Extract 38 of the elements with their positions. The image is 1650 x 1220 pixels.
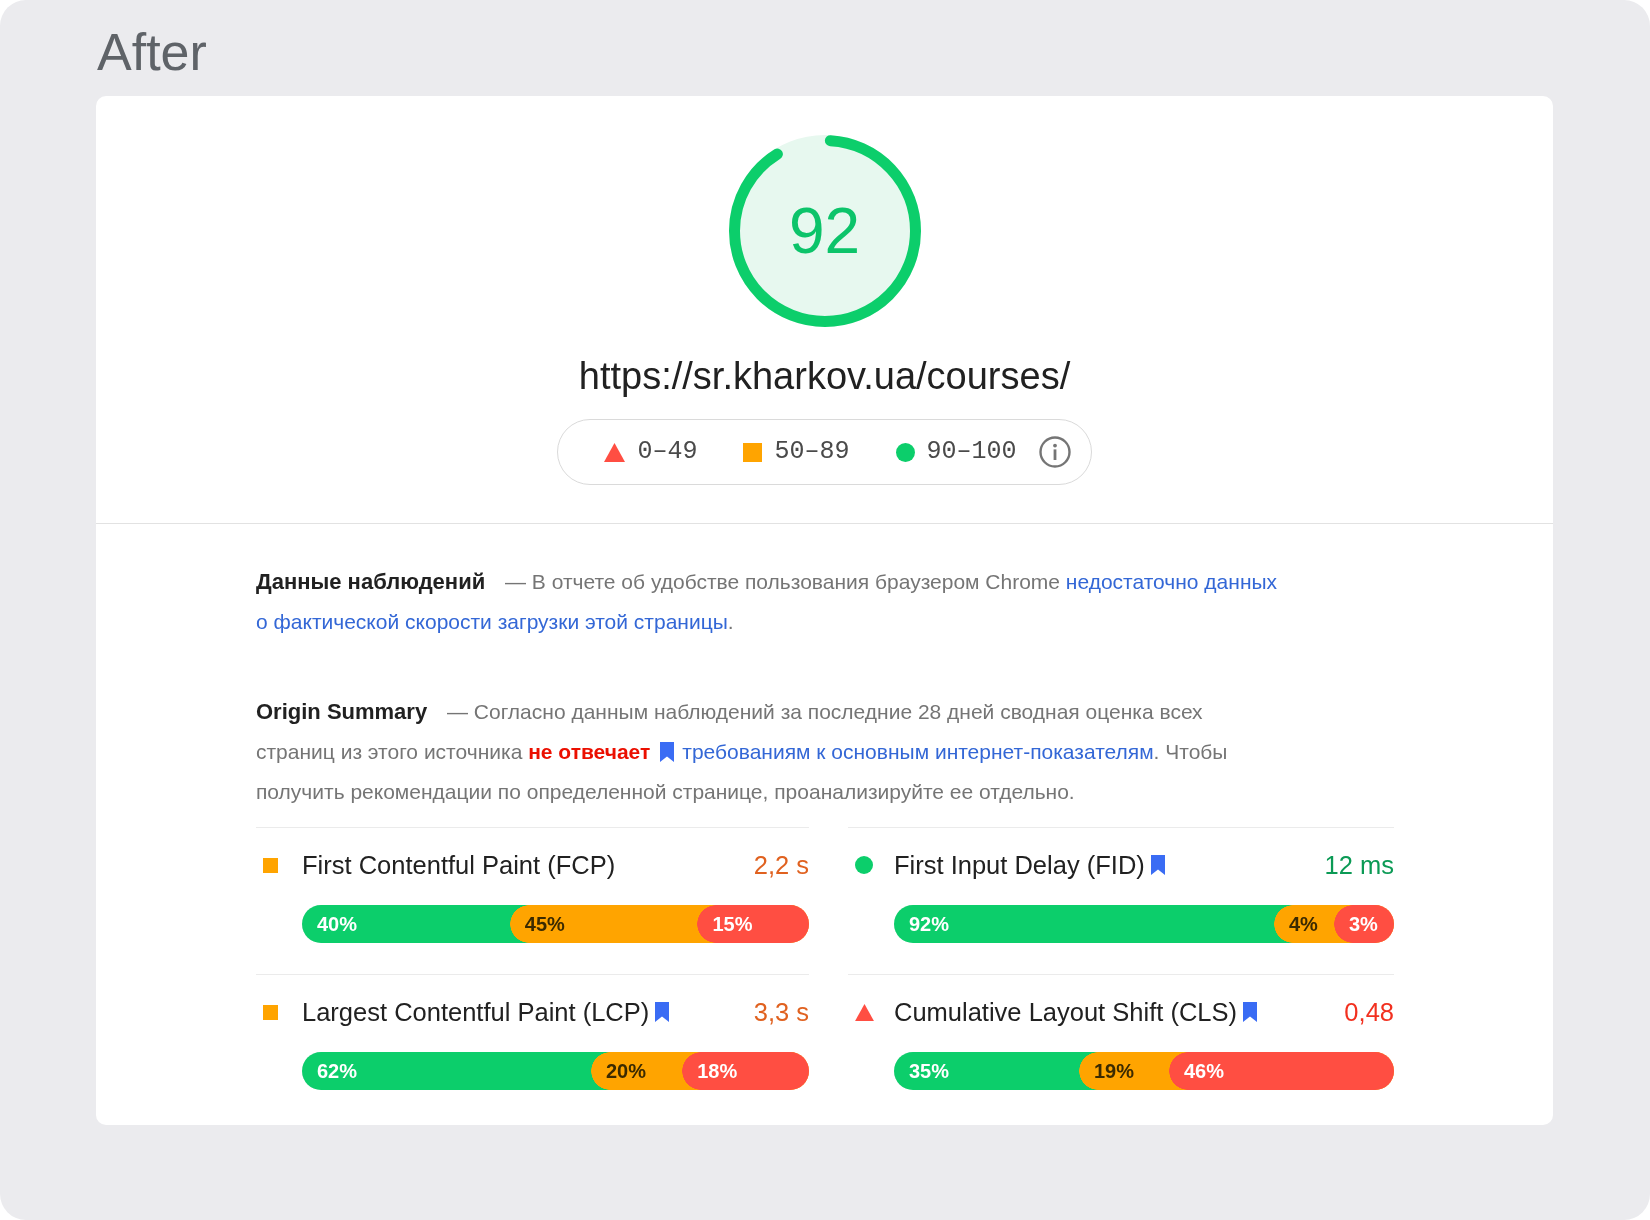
metric-name: First Contentful Paint (FCP) xyxy=(302,850,616,880)
field-data-description: Данные наблюдений — В отчете об удобстве пользования браузером Chrome недостаточно данных о фактической скорости загрузки этой страницы. xyxy=(256,568,1279,635)
dot-icon xyxy=(895,442,915,462)
distribution-segment: 40% xyxy=(302,905,510,943)
distribution-segment: 92% xyxy=(894,905,1274,943)
square-icon xyxy=(263,857,278,873)
square-icon xyxy=(263,1004,278,1020)
metric-value: 3,3 s xyxy=(753,997,809,1027)
metric-value: 2,2 s xyxy=(753,850,809,880)
page-url: https://sr.kharkov.ua/courses/ xyxy=(578,354,1071,399)
distribution-segment: 35% xyxy=(894,1052,1079,1090)
distribution-segment: 19% xyxy=(1079,1052,1169,1090)
metric-name: First Input Delay (FID) xyxy=(894,850,1145,880)
legend-label: 0–49 xyxy=(637,437,698,467)
distribution-segment: 62% xyxy=(302,1052,591,1090)
dot-icon xyxy=(855,856,873,874)
page-heading: After xyxy=(97,26,207,78)
distribution-segment: 18% xyxy=(682,1052,809,1090)
square-icon xyxy=(743,442,763,462)
triangle-icon xyxy=(855,1003,874,1021)
metric-value: 0,48 xyxy=(1344,997,1394,1027)
distribution-segment: 15% xyxy=(697,905,809,943)
legend-label: 50–89 xyxy=(774,437,850,467)
bookmark-icon xyxy=(660,742,675,762)
score-value: 92 xyxy=(788,199,861,263)
triangle-icon xyxy=(604,442,626,462)
info-icon[interactable] xyxy=(1038,436,1071,468)
distribution-segment: 46% xyxy=(1169,1052,1394,1090)
distribution-segment: 3% xyxy=(1334,905,1394,943)
metric-name: Largest Contentful Paint (LCP) xyxy=(302,997,650,1027)
text-link[interactable]: требованиям к основным интернет-показателям xyxy=(660,740,1154,763)
distribution-segment: 45% xyxy=(509,905,698,943)
metric-name: Cumulative Layout Shift (CLS) xyxy=(894,997,1237,1027)
metric-value: 12 ms xyxy=(1324,850,1394,880)
origin-summary-description: Origin Summary — Согласно данным наблюдений за последние 28 дней сводная оценка всех страниц из этого источника не отвечает требованиям к основным интернет-показателям. Чтобы получить рекомендации по определенной странице, проанализируйте ее отдельно. xyxy=(256,698,1229,805)
distribution-segment: 4% xyxy=(1274,905,1334,943)
distribution-segment: 20% xyxy=(591,1052,683,1090)
legend-label: 90–100 xyxy=(926,437,1017,467)
